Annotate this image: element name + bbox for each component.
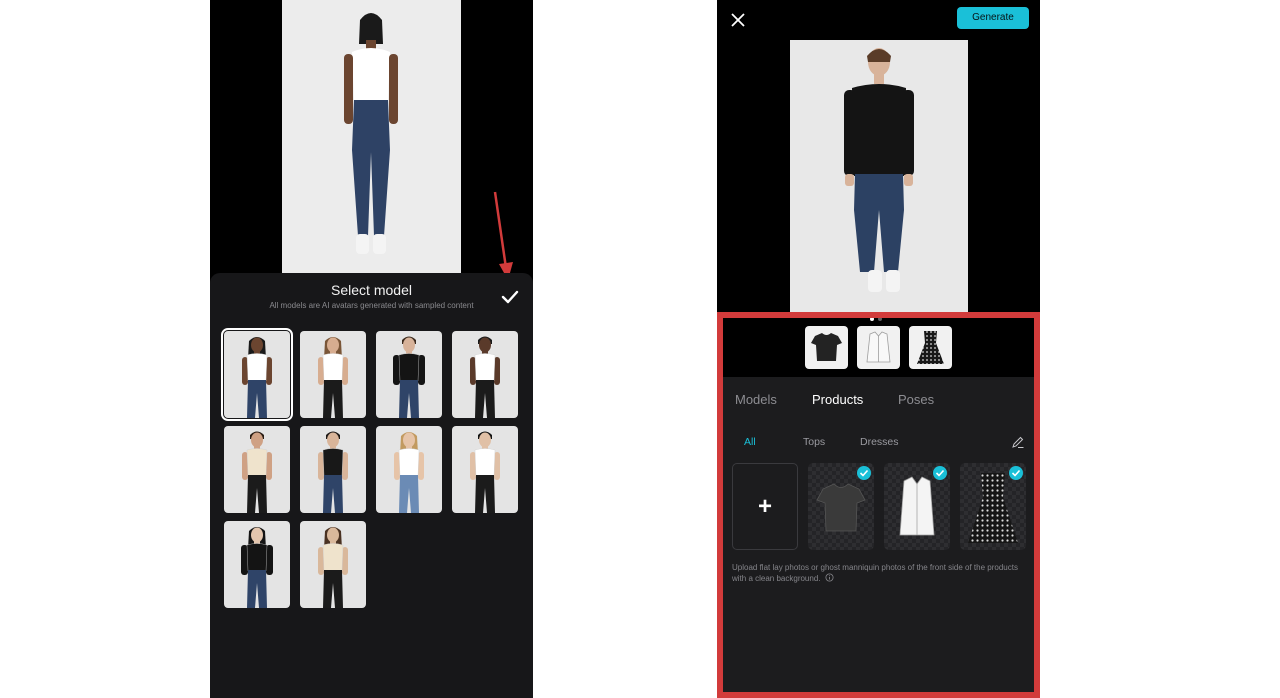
annotation-arrow <box>493 191 513 280</box>
shirt-icon <box>866 331 891 363</box>
model-figure <box>393 336 425 418</box>
tab-bar: Models Products Poses <box>717 377 1040 423</box>
select-model-sheet: Select model All models are AI avatars g… <box>210 273 533 698</box>
right-phone-screen: Generate Models Products Poses All Tops … <box>717 0 1040 698</box>
info-icon[interactable] <box>825 573 834 582</box>
carousel-dot[interactable] <box>870 317 874 321</box>
model-card[interactable] <box>300 331 366 418</box>
product-checked-badge <box>857 466 871 480</box>
dress-icon <box>917 331 944 364</box>
check-badge-icon <box>859 469 869 477</box>
generated-preview-image <box>790 40 968 312</box>
close-button[interactable] <box>729 11 747 29</box>
model-card[interactable] <box>376 331 442 418</box>
tab-poses[interactable]: Poses <box>898 392 934 407</box>
model-card[interactable] <box>376 426 442 513</box>
screenshot-stage: Select model All models are AI avatars g… <box>0 0 1280 698</box>
carousel-dot[interactable] <box>878 317 882 321</box>
check-badge-icon <box>935 469 945 477</box>
model-figure <box>394 432 424 513</box>
filter-all[interactable]: All <box>744 436 756 448</box>
product-card-tshirt[interactable] <box>808 463 874 550</box>
selected-product-tshirt[interactable] <box>805 326 848 369</box>
model-figure <box>470 431 500 513</box>
upload-product-button[interactable]: + <box>732 463 798 550</box>
model-figure <box>318 431 348 513</box>
sheet-title: Select model <box>331 282 412 298</box>
tab-products[interactable]: Products <box>812 392 863 407</box>
model-figure <box>242 431 272 513</box>
product-grid: + <box>732 463 1032 550</box>
close-icon <box>731 13 745 27</box>
left-phone-screen: Select model All models are AI avatars g… <box>210 0 533 698</box>
product-checked-badge <box>1009 466 1023 480</box>
model-figure <box>242 337 272 418</box>
check-badge-icon <box>1011 469 1021 477</box>
model-card[interactable] <box>300 521 366 608</box>
category-filters: All Tops Dresses <box>717 435 1040 453</box>
generate-button[interactable]: Generate <box>957 7 1029 29</box>
selected-product-dress[interactable] <box>909 326 952 369</box>
model-figure <box>318 337 348 418</box>
upload-hint: Upload flat lay photos or ghost manniqui… <box>732 562 1032 584</box>
model-preview-image <box>282 0 461 276</box>
selected-products-row <box>805 326 952 369</box>
pencil-icon <box>1012 436 1024 448</box>
edit-button[interactable] <box>1011 435 1025 449</box>
model-card[interactable] <box>224 426 290 513</box>
product-card-shirt[interactable] <box>884 463 950 550</box>
filter-tops[interactable]: Tops <box>803 436 825 448</box>
tab-models[interactable]: Models <box>735 392 777 407</box>
model-card[interactable] <box>300 426 366 513</box>
model-card[interactable] <box>452 331 518 418</box>
product-checked-badge <box>933 466 947 480</box>
confirm-button[interactable] <box>499 286 521 308</box>
model-figure <box>241 527 273 608</box>
plus-icon: + <box>757 493 772 520</box>
sheet-subtitle: All models are AI avatars generated with… <box>269 301 474 310</box>
upload-hint-text: Upload flat lay photos or ghost manniqui… <box>732 563 1018 583</box>
model-card[interactable] <box>221 328 293 421</box>
model-figure <box>470 336 500 418</box>
checkmark-icon <box>501 290 519 304</box>
filter-dresses[interactable]: Dresses <box>860 436 899 448</box>
model-figure <box>318 527 348 608</box>
model-card[interactable] <box>224 521 290 608</box>
bottom-panel: Models Products Poses All Tops Dresses + <box>717 377 1040 698</box>
tshirt-icon <box>811 333 842 361</box>
product-card-dress[interactable] <box>960 463 1026 550</box>
selected-product-shirt[interactable] <box>857 326 900 369</box>
model-card[interactable] <box>452 426 518 513</box>
carousel-dots <box>870 317 882 321</box>
